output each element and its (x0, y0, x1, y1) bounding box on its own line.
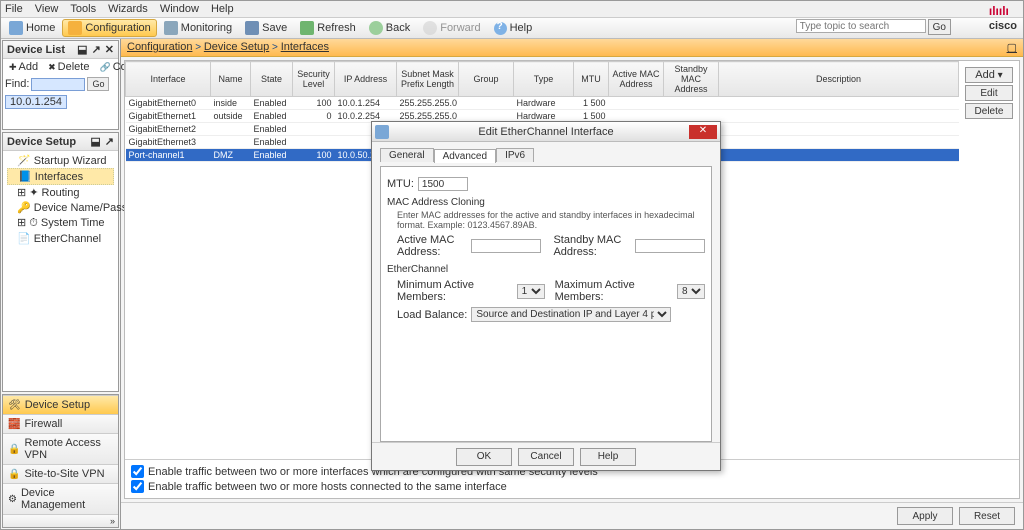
nav-device-mgmt[interactable]: ⚙ Device Management (3, 483, 118, 514)
dialog-title: Edit EtherChannel Interface (478, 126, 613, 138)
edit-etherchannel-dialog: Edit EtherChannel Interface ✕ General Ad… (371, 121, 721, 471)
monitor-icon (164, 21, 178, 35)
col-group[interactable]: Group (459, 62, 514, 97)
col-ip[interactable]: IP Address (335, 62, 397, 97)
close-icon[interactable]: ✕ (105, 43, 114, 56)
col-mask[interactable]: Subnet Mask Prefix Length (397, 62, 459, 97)
help-icon (494, 22, 507, 35)
delete-device-button[interactable]: ✖ Delete (46, 61, 91, 73)
tree-system-time[interactable]: ⊞ ⏱ System Time (7, 215, 114, 231)
help-button[interactable]: Help (488, 20, 539, 37)
dialog-titlebar[interactable]: Edit EtherChannel Interface ✕ (372, 122, 720, 142)
gear-icon (68, 21, 82, 35)
etherchannel-section: EtherChannel (387, 264, 705, 275)
edit-interface-button[interactable]: Edit (965, 85, 1013, 101)
col-type[interactable]: Type (514, 62, 574, 97)
save-button[interactable]: Save (239, 19, 293, 37)
col-name[interactable]: Name (211, 62, 251, 97)
menu-tools[interactable]: Tools (70, 3, 96, 15)
mac-cloning-section: MAC Address Cloning (387, 197, 705, 208)
col-state[interactable]: State (251, 62, 293, 97)
table-row[interactable]: GigabitEthernet0insideEnabled10010.0.1.2… (126, 97, 959, 110)
cisco-logo: ılıılıcisco (989, 4, 1017, 32)
menu-file[interactable]: File (5, 3, 23, 15)
menu-wizards[interactable]: Wizards (108, 3, 148, 15)
undock-icon[interactable]: ↗ (105, 135, 114, 148)
menu-help[interactable]: Help (211, 3, 234, 15)
device-setup-tree: 🪄 Startup Wizard 📘 Interfaces ⊞ ✦ Routin… (3, 151, 118, 248)
crumb-configuration[interactable]: Configuration (127, 41, 192, 53)
reset-button[interactable]: Reset (959, 507, 1015, 525)
monitoring-button[interactable]: Monitoring (158, 19, 238, 37)
left-panel: Device List⬓↗✕ ✚ Add ✖ Delete 🔗 Connect … (1, 39, 121, 529)
refresh-icon (300, 21, 314, 35)
left-nav: 🛠 Device Setup 🧱 Firewall 🔒 Remote Acces… (2, 394, 119, 528)
load-balance-select[interactable]: Source and Destination IP and Layer 4 po… (471, 307, 671, 322)
refresh-button[interactable]: Refresh (294, 19, 362, 37)
back-button[interactable]: Back (363, 19, 416, 37)
tree-routing[interactable]: ⊞ ✦ Routing (7, 185, 114, 200)
crumb-interfaces[interactable]: Interfaces (281, 41, 329, 53)
nav-site-vpn[interactable]: 🔒 Site-to-Site VPN (3, 464, 118, 483)
min-members-select[interactable]: 1 (517, 284, 545, 299)
col-description[interactable]: Description (719, 62, 959, 97)
col-active-mac[interactable]: Active MAC Address (609, 62, 664, 97)
apply-button[interactable]: Apply (897, 507, 953, 525)
pin-icon[interactable]: ⬓ (90, 135, 100, 148)
panel-close-icon[interactable]: ▢ (1007, 41, 1017, 54)
active-mac-input[interactable] (471, 239, 541, 253)
max-members-select[interactable]: 8 (677, 284, 705, 299)
tree-etherchannel[interactable]: 📄 EtherChannel (7, 231, 114, 246)
nav-firewall[interactable]: 🧱 Firewall (3, 414, 118, 433)
tree-ip-item[interactable]: 10.0.1.254 (5, 95, 67, 109)
save-icon (245, 21, 259, 35)
mtu-input[interactable] (418, 177, 468, 191)
tab-advanced[interactable]: Advanced (434, 149, 496, 163)
search-go-button[interactable]: Go (928, 19, 951, 35)
device-list-header: Device List⬓↗✕ (3, 41, 118, 59)
breadcrumb: Configuration > Device Setup > Interface… (121, 39, 1023, 57)
dialog-close-button[interactable]: ✕ (689, 125, 717, 139)
configuration-button[interactable]: Configuration (62, 19, 156, 37)
tab-general[interactable]: General (380, 148, 434, 162)
side-buttons: Add ▾ Edit Delete (965, 67, 1013, 119)
pin-icon[interactable]: ⬓ (77, 43, 87, 56)
mac-hint: Enter MAC addresses for the active and s… (397, 210, 705, 230)
col-interface[interactable]: Interface (126, 62, 211, 97)
search-input[interactable] (796, 19, 926, 33)
add-interface-button[interactable]: Add ▾ (965, 67, 1013, 83)
tree-startup-wizard[interactable]: 🪄 Startup Wizard (7, 153, 114, 168)
menu-window[interactable]: Window (160, 3, 199, 15)
nav-remote-vpn[interactable]: 🔒 Remote Access VPN (3, 433, 118, 464)
dialog-cancel-button[interactable]: Cancel (518, 448, 574, 466)
tree-device-name[interactable]: 🔑 Device Name/Password (7, 200, 114, 215)
home-icon (9, 21, 23, 35)
add-device-button[interactable]: ✚ Add (7, 61, 40, 73)
search-box: Go (796, 19, 951, 35)
crumb-device-setup[interactable]: Device Setup (204, 41, 269, 53)
chevron-icon[interactable]: » (110, 516, 115, 526)
same-interface-checkbox[interactable]: Enable traffic between two or more hosts… (131, 480, 1013, 493)
dialog-help-button[interactable]: Help (580, 448, 636, 466)
dialog-icon (375, 125, 389, 139)
forward-button[interactable]: Forward (417, 19, 486, 37)
menubar: File View Tools Wizards Window Help (1, 1, 1023, 17)
col-mtu[interactable]: MTU (574, 62, 609, 97)
dialog-ok-button[interactable]: OK (456, 448, 512, 466)
home-button[interactable]: Home (3, 19, 61, 37)
menu-view[interactable]: View (35, 3, 59, 15)
standby-mac-input[interactable] (635, 239, 705, 253)
device-setup-header: Device Setup⬓↗ (3, 133, 118, 151)
col-security[interactable]: Security Level (293, 62, 335, 97)
col-standby-mac[interactable]: Standby MAC Address (664, 62, 719, 97)
tree-interfaces[interactable]: 📘 Interfaces (7, 168, 114, 185)
tab-ipv6[interactable]: IPv6 (496, 148, 534, 162)
forward-icon (423, 21, 437, 35)
nav-device-setup[interactable]: 🛠 Device Setup (3, 395, 118, 414)
back-icon (369, 21, 383, 35)
delete-interface-button[interactable]: Delete (965, 103, 1013, 119)
find-input[interactable] (31, 78, 85, 91)
find-go-button[interactable]: Go (87, 77, 109, 91)
undock-icon[interactable]: ↗ (92, 43, 101, 56)
